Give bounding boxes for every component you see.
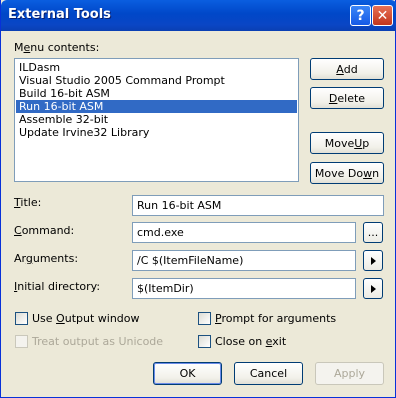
arrow-right-icon <box>370 284 376 293</box>
external-tools-dialog: External Tools ? ✕ Menu contents: ILDasm… <box>0 0 396 398</box>
title-bar[interactable]: External Tools ? ✕ <box>1 0 396 31</box>
use-output-window-label[interactable]: Use Output window <box>32 312 140 325</box>
treat-unicode-label: Treat output as Unicode <box>32 335 164 348</box>
arrow-right-icon <box>370 256 376 265</box>
arguments-field[interactable]: /C $(ItemFileName) <box>132 250 356 271</box>
apply-button: Apply <box>315 362 384 385</box>
arguments-menu-button[interactable] <box>363 250 383 271</box>
list-item[interactable]: ILDasm <box>16 61 297 74</box>
list-item[interactable]: Build 16-bit ASM <box>16 87 297 100</box>
move-down-button[interactable]: Move Do w n <box>310 162 384 184</box>
close-on-exit-label[interactable]: Close on exit <box>215 335 286 348</box>
list-item[interactable]: Assemble 32-bit <box>16 113 297 126</box>
arguments-label: Arguments: <box>14 252 79 265</box>
treat-unicode-checkbox <box>15 335 28 348</box>
add-button[interactable]: Add <box>310 58 384 80</box>
prompt-arguments-label[interactable]: Prompt for arguments <box>215 312 336 325</box>
initial-directory-menu-button[interactable] <box>363 278 383 299</box>
list-item[interactable]: Update Irvine32 Library <box>16 126 297 139</box>
menu-contents-list[interactable]: ILDasm Visual Studio 2005 Command Prompt… <box>14 58 299 182</box>
title-label: Title: <box>14 196 42 209</box>
prompt-arguments-checkbox[interactable] <box>198 312 211 325</box>
command-label: Command: <box>14 224 75 237</box>
move-up-button[interactable]: Move Up <box>310 132 384 154</box>
help-icon[interactable]: ? <box>350 5 371 26</box>
list-item[interactable]: Visual Studio 2005 Command Prompt <box>16 74 297 87</box>
close-on-exit-checkbox[interactable] <box>198 335 211 348</box>
ok-button[interactable]: OK <box>153 362 222 385</box>
command-field[interactable]: cmd.exe <box>132 222 356 243</box>
browse-button[interactable]: ... <box>363 222 383 243</box>
list-item-selected[interactable]: Run 16-bit ASM <box>16 100 297 113</box>
title-field[interactable]: Run 16-bit ASM <box>132 195 384 216</box>
initial-directory-field[interactable]: $(ItemDir) <box>132 278 356 299</box>
use-output-window-checkbox[interactable] <box>15 312 28 325</box>
window-title: External Tools <box>8 7 111 22</box>
menu-contents-label: Menu contents: <box>14 41 100 54</box>
initial-directory-label: Initial directory: <box>14 280 101 293</box>
cancel-button[interactable]: Cancel <box>234 362 303 385</box>
close-icon[interactable]: ✕ <box>372 5 393 26</box>
delete-button[interactable]: Delete <box>310 87 384 109</box>
